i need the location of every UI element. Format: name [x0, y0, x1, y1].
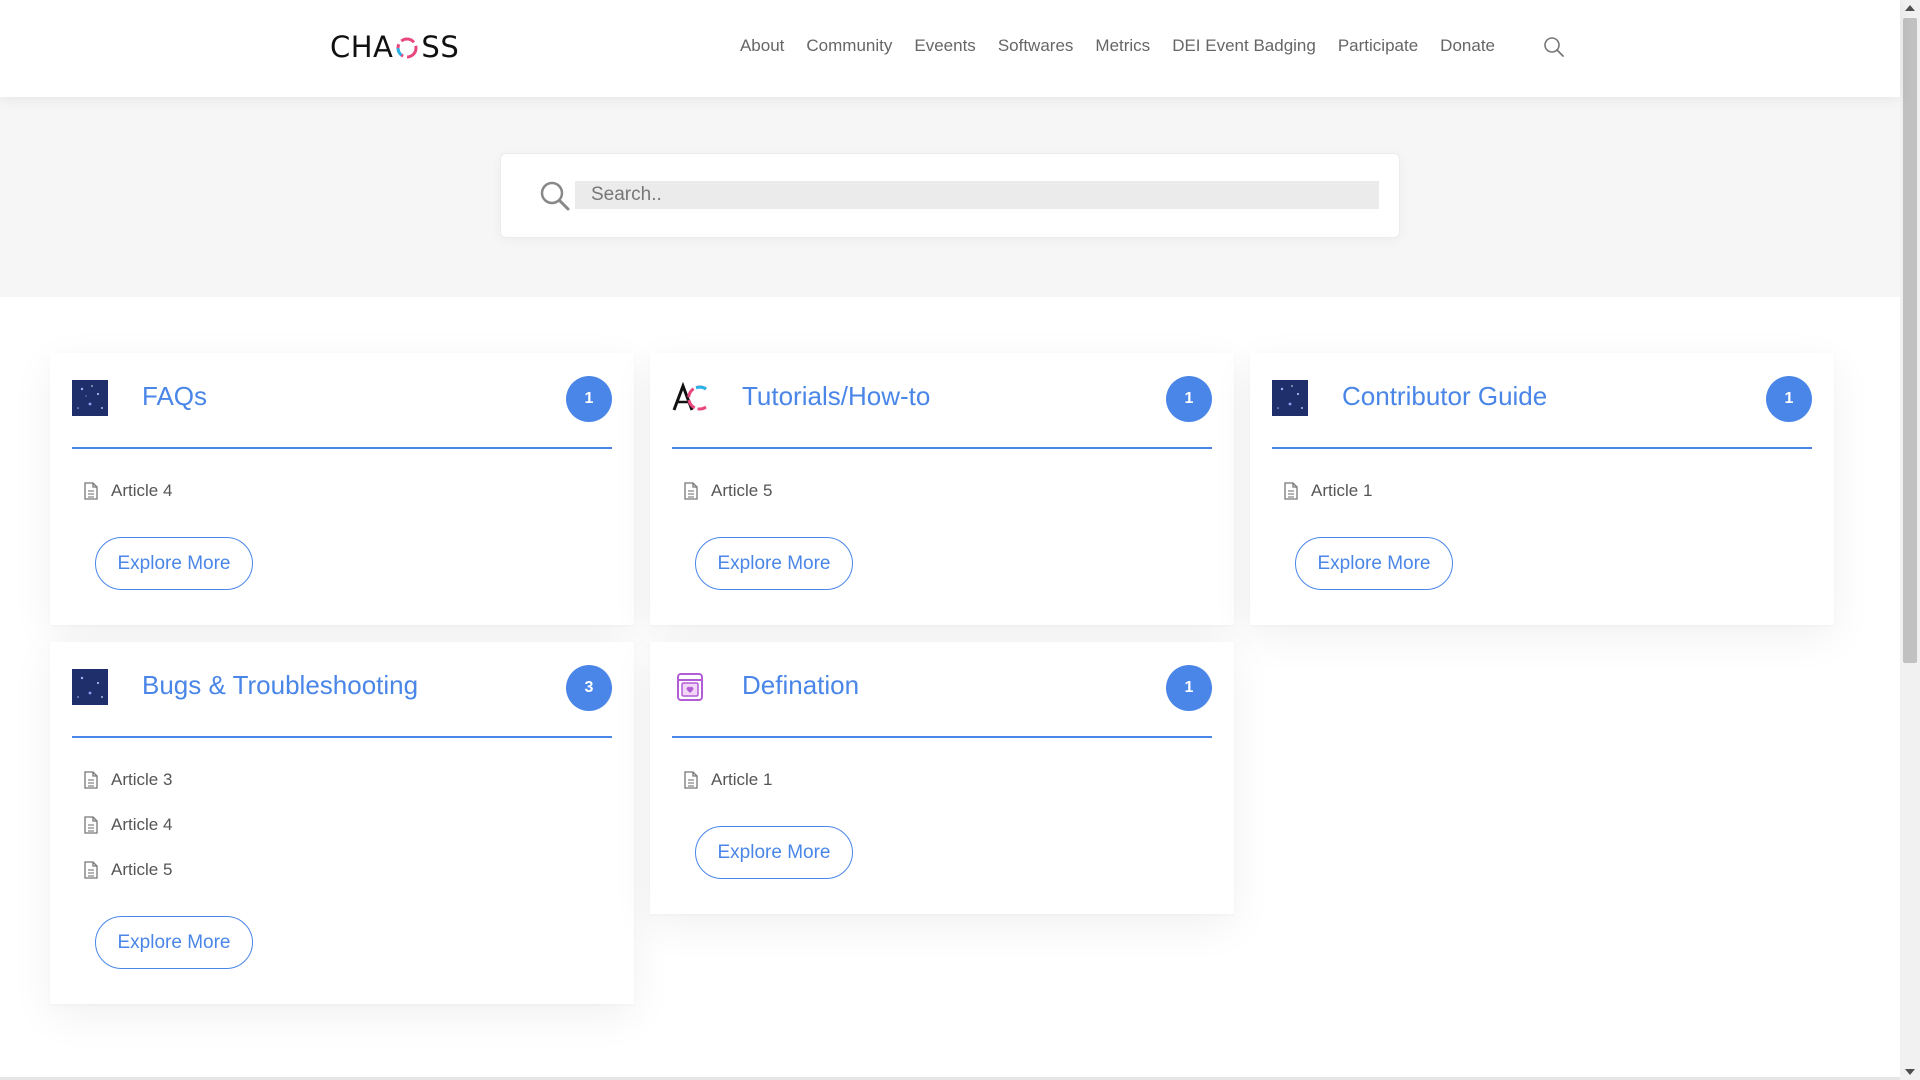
- nav-item-dei-event-badging[interactable]: DEI Event Badging: [1172, 36, 1316, 56]
- card-title[interactable]: FAQs: [142, 381, 207, 412]
- article-list: Article 4: [83, 481, 172, 526]
- article-link[interactable]: Article 3: [83, 770, 172, 815]
- document-icon: [84, 861, 98, 879]
- document-icon: [684, 771, 698, 789]
- galaxy-thumbnail-icon: [72, 669, 108, 705]
- page-scrollbar[interactable]: [1900, 0, 1920, 1080]
- nav-item-participate[interactable]: Participate: [1338, 36, 1418, 56]
- category-card-tutorials: Tutorials/How-to 1 Article 5 Explore Mor…: [650, 353, 1234, 625]
- logo-text-prefix: CHA: [330, 30, 394, 64]
- category-card-defination: Defination 1 Article 1 Explore More: [650, 642, 1234, 914]
- article-count-badge: 1: [1766, 376, 1812, 422]
- article-title: Article 5: [711, 481, 773, 500]
- galaxy-thumbnail-icon: [72, 380, 108, 416]
- article-title: Article 5: [111, 860, 173, 879]
- card-title[interactable]: Tutorials/How-to: [742, 381, 930, 412]
- explore-more-button[interactable]: Explore More: [1295, 537, 1453, 590]
- article-count-badge: 1: [1166, 665, 1212, 711]
- nav-item-donate[interactable]: Donate: [1440, 36, 1495, 56]
- scroll-down-arrow-icon[interactable]: [1905, 1069, 1915, 1075]
- search-section: [0, 97, 1900, 297]
- article-list: Article 1: [1283, 481, 1372, 526]
- article-title: Article 1: [1311, 481, 1373, 500]
- nav-item-community[interactable]: Community: [806, 36, 892, 56]
- article-link[interactable]: Article 5: [683, 481, 772, 526]
- explore-more-button[interactable]: Explore More: [695, 537, 853, 590]
- browser-heart-icon: [677, 673, 703, 701]
- logo-text-suffix: SS: [421, 30, 460, 64]
- galaxy-thumbnail-icon: [1272, 380, 1308, 416]
- article-title: Article 3: [111, 770, 173, 789]
- article-link[interactable]: Article 1: [683, 770, 772, 815]
- kb-search-input[interactable]: [575, 181, 1379, 209]
- card-header: Tutorials/How-to 1: [672, 353, 1212, 449]
- scroll-up-arrow-icon[interactable]: [1905, 5, 1915, 11]
- article-link[interactable]: Article 5: [83, 860, 172, 905]
- explore-more-button[interactable]: Explore More: [95, 916, 253, 969]
- card-header: Contributor Guide 1: [1272, 353, 1812, 449]
- category-card-faqs: FAQs 1 Article 4 Explore More: [50, 353, 634, 625]
- article-count-badge: 1: [1166, 376, 1212, 422]
- card-header: Defination 1: [672, 642, 1212, 738]
- kb-search-box: [500, 153, 1400, 238]
- search-icon: [540, 181, 570, 211]
- category-card-contributor-guide: Contributor Guide 1 Article 1 Explore Mo…: [1250, 353, 1834, 625]
- explore-more-button[interactable]: Explore More: [695, 826, 853, 879]
- document-icon: [684, 482, 698, 500]
- article-list: Article 5: [683, 481, 772, 526]
- nav-item-about[interactable]: About: [740, 36, 784, 56]
- document-icon: [84, 816, 98, 834]
- category-card-bugs-troubleshooting: Bugs & Troubleshooting 3 Article 3 Artic…: [50, 642, 634, 1004]
- card-title[interactable]: Defination: [742, 670, 859, 701]
- document-icon: [84, 482, 98, 500]
- ac-logo-icon: [672, 381, 707, 411]
- article-title: Article 4: [111, 481, 173, 500]
- scroll-thumb[interactable]: [1903, 18, 1917, 663]
- article-count-badge: 3: [566, 665, 612, 711]
- search-icon[interactable]: [1543, 36, 1565, 58]
- article-list: Article 3 Article 4 Article 5: [83, 770, 172, 905]
- logo-ring-icon: [396, 37, 418, 59]
- article-list: Article 1: [683, 770, 772, 815]
- article-link[interactable]: Article 1: [1283, 481, 1372, 526]
- card-header: FAQs 1: [72, 353, 612, 449]
- chaoss-logo[interactable]: CHA SS: [330, 30, 459, 64]
- nav-item-metrics[interactable]: Metrics: [1095, 36, 1150, 56]
- nav-item-events[interactable]: Eveents: [914, 36, 975, 56]
- article-link[interactable]: Article 4: [83, 481, 172, 526]
- document-icon: [1284, 482, 1298, 500]
- article-title: Article 1: [711, 770, 773, 789]
- site-header: CHA SS About Community Eveents Softwares…: [0, 0, 1900, 97]
- document-icon: [84, 771, 98, 789]
- main-nav: About Community Eveents Softwares Metric…: [740, 36, 1495, 56]
- article-link[interactable]: Article 4: [83, 815, 172, 860]
- card-title[interactable]: Contributor Guide: [1342, 381, 1547, 412]
- card-title[interactable]: Bugs & Troubleshooting: [142, 670, 418, 701]
- article-title: Article 4: [111, 815, 173, 834]
- card-header: Bugs & Troubleshooting 3: [72, 642, 612, 738]
- article-count-badge: 1: [566, 376, 612, 422]
- nav-item-softwares[interactable]: Softwares: [998, 36, 1074, 56]
- explore-more-button[interactable]: Explore More: [95, 537, 253, 590]
